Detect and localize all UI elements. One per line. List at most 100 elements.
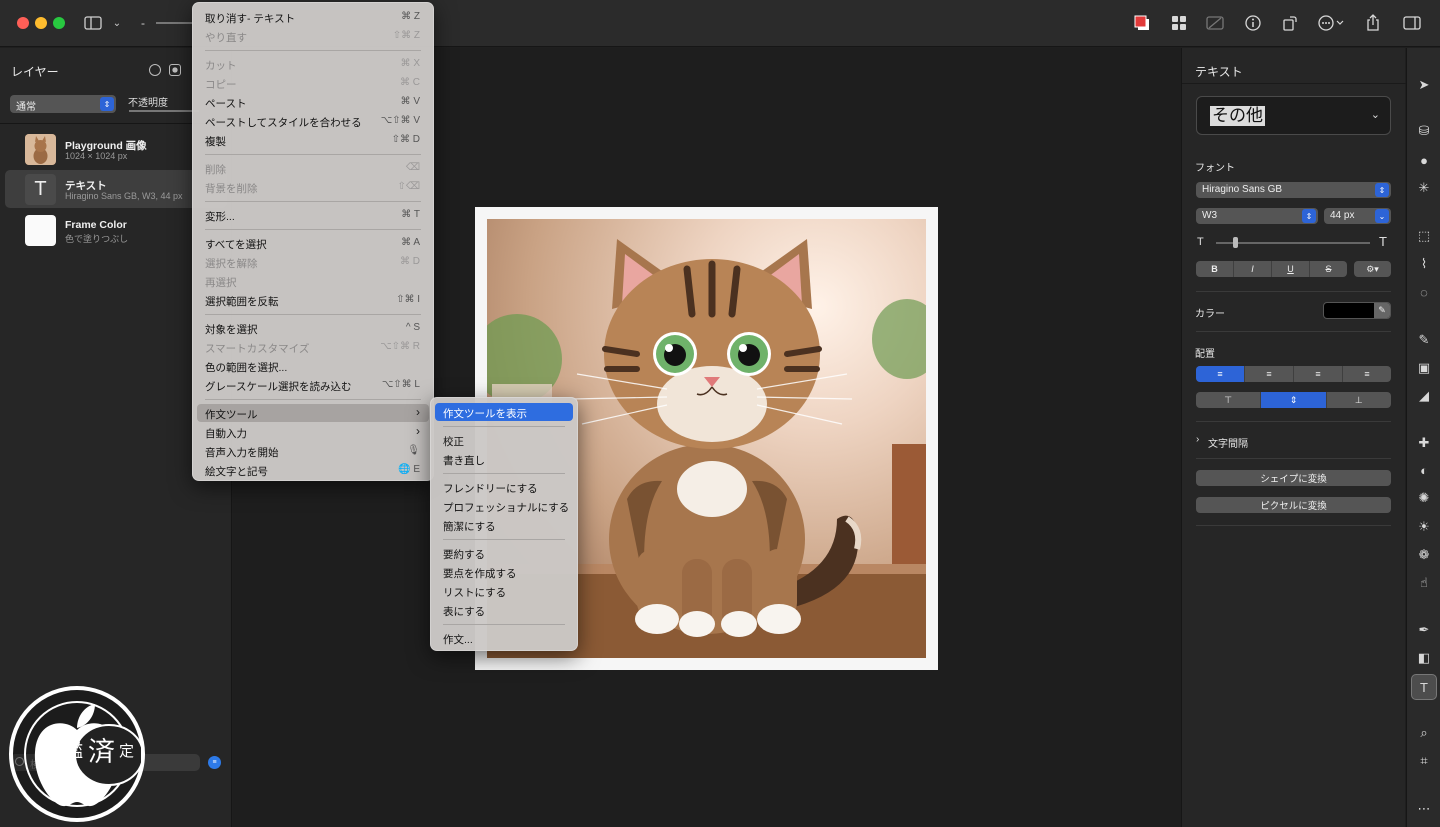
align-bottom-icon[interactable]: ⊥ bbox=[1327, 392, 1391, 408]
crop-tool-icon[interactable]: ⌗ bbox=[1415, 752, 1433, 770]
menu-item-copy[interactable]: コピー ⌘ C bbox=[197, 74, 429, 92]
color-adjust-tool-icon[interactable]: ❁ bbox=[1415, 546, 1433, 564]
align-left-icon[interactable]: ≡ bbox=[1196, 366, 1245, 382]
chevron-updown-icon: ⇕ bbox=[1375, 183, 1389, 197]
clone-tool-icon[interactable]: ◐ bbox=[1415, 461, 1433, 479]
menu-item-emoji-symbols[interactable]: 絵文字と記号 🌐 E bbox=[197, 461, 429, 479]
menu-item-friendly[interactable]: フレンドリーにする bbox=[435, 478, 573, 496]
menu-item-duplicate[interactable]: 複製 ⇧⌘ D bbox=[197, 131, 429, 149]
menu-item-delete[interactable]: 削除 ⌫ bbox=[197, 159, 429, 177]
align-top-icon[interactable]: ⊤ bbox=[1196, 392, 1262, 408]
menu-item-cut[interactable]: カット ⌘ X bbox=[197, 55, 429, 73]
eyedropper-icon[interactable]: ✎ bbox=[1374, 303, 1390, 318]
menu-item-deselect[interactable]: 選択を解除 ⌘ D bbox=[197, 253, 429, 271]
menu-item-reselect[interactable]: 再選択 bbox=[197, 272, 429, 290]
gear-icon[interactable]: ⚙▾ bbox=[1354, 261, 1391, 277]
menu-item-undo[interactable]: 取り消す- テキスト ⌘ Z bbox=[197, 8, 429, 26]
opacity-slider[interactable] bbox=[129, 110, 199, 112]
bandage-tool-icon[interactable]: ✚ bbox=[1415, 434, 1433, 452]
size-slider-knob[interactable] bbox=[1233, 237, 1238, 248]
smudge-tool-icon[interactable]: ☝ bbox=[1415, 574, 1433, 592]
italic-button[interactable]: I bbox=[1234, 261, 1272, 277]
menu-item-summarize[interactable]: 要約する bbox=[435, 544, 573, 562]
menu-item-paste-match-style[interactable]: ペーストしてスタイルを合わせる ⌥⇧⌘ V bbox=[197, 112, 429, 130]
bold-button[interactable]: B bbox=[1196, 261, 1234, 277]
zoom-tool-icon[interactable]: ⌕ bbox=[1415, 724, 1433, 742]
menu-item-select-all[interactable]: すべてを選択 ⌘ A bbox=[197, 234, 429, 252]
menu-item-writing-tools[interactable]: 作文ツール › bbox=[197, 404, 429, 422]
color-swatch-icon[interactable] bbox=[1131, 13, 1153, 33]
font-size-popup[interactable]: 44 px ⌄ bbox=[1324, 208, 1391, 224]
marquee-tool-icon[interactable]: ⬚ bbox=[1415, 227, 1433, 245]
more-tools-icon[interactable]: ⋯ bbox=[1415, 800, 1433, 818]
menu-item-make-list[interactable]: リストにする bbox=[435, 582, 573, 600]
zoom-slider[interactable] bbox=[156, 22, 192, 24]
convert-to-shape-button[interactable]: シェイプに変換 bbox=[1196, 470, 1391, 486]
menu-item-start-dictation[interactable]: 音声入力を開始 🎙 bbox=[197, 442, 429, 460]
menu-item-compose[interactable]: 作文... bbox=[435, 629, 573, 647]
more-icon[interactable] bbox=[1316, 13, 1346, 33]
blend-mode-popup[interactable]: 通常 ⇕ bbox=[10, 95, 116, 113]
menu-item-invert-selection[interactable]: 選択範囲を反転 ⇧⌘ I bbox=[197, 291, 429, 309]
menu-item-make-table[interactable]: 表にする bbox=[435, 601, 573, 619]
menu-item-select-subject[interactable]: 対象を選択 ^ S bbox=[197, 319, 429, 337]
rotate-icon[interactable] bbox=[1279, 13, 1301, 33]
align-middle-icon[interactable]: ⇕ bbox=[1261, 392, 1327, 408]
menu-item-select-color-range[interactable]: 色の範囲を選択... bbox=[197, 357, 429, 375]
filter-icon[interactable]: ≡ bbox=[208, 756, 221, 769]
menu-item-show-writing-tools[interactable]: 作文ツールを表示 bbox=[435, 403, 573, 421]
font-weight-popup[interactable]: W3 ⇕ bbox=[1196, 208, 1318, 224]
sparkle-tool-icon[interactable]: ✳ bbox=[1415, 179, 1433, 197]
menu-item-proofread[interactable]: 校正 bbox=[435, 431, 573, 449]
text-style-value: その他 bbox=[1210, 106, 1265, 126]
layer-options-icon[interactable] bbox=[149, 64, 161, 76]
inspector-toggle-icon[interactable] bbox=[1401, 13, 1423, 33]
text-tool-icon[interactable]: T bbox=[1411, 674, 1437, 700]
align-justify-icon[interactable]: ≡ bbox=[1343, 366, 1391, 382]
blur-tool-icon[interactable]: ✺ bbox=[1415, 489, 1433, 507]
fill-tool-icon[interactable]: ▣ bbox=[1415, 359, 1433, 377]
arrow-tool-icon[interactable]: ➤ bbox=[1415, 76, 1433, 94]
close-window-button[interactable] bbox=[17, 17, 29, 29]
align-right-icon[interactable]: ≡ bbox=[1294, 366, 1343, 382]
underline-button[interactable]: U bbox=[1272, 261, 1310, 277]
image-adjust-icon[interactable] bbox=[1204, 13, 1226, 33]
text-style-popup[interactable]: その他 ⌄ bbox=[1196, 96, 1391, 135]
convert-to-pixels-button[interactable]: ピクセルに変換 bbox=[1196, 497, 1391, 513]
zoom-window-button[interactable] bbox=[53, 17, 65, 29]
disclosure-chevron-icon[interactable]: › bbox=[1196, 434, 1199, 445]
chevron-down-icon[interactable]: ⌄ bbox=[106, 13, 128, 33]
share-icon[interactable] bbox=[1362, 13, 1384, 33]
menu-item-professional[interactable]: プロフェッショナルにする bbox=[435, 497, 573, 515]
character-spacing-label[interactable]: 文字間隔 bbox=[1208, 435, 1248, 450]
zoom-minus-icon[interactable]: - bbox=[132, 13, 154, 33]
brush-tool-icon[interactable]: ✎ bbox=[1415, 331, 1433, 349]
eraser-tool-icon[interactable]: ◢ bbox=[1415, 387, 1433, 405]
sidebar-toggle-icon[interactable] bbox=[82, 13, 104, 33]
menu-item-redo[interactable]: やり直す ⇧⌘ Z bbox=[197, 27, 429, 45]
lasso-tool-icon[interactable]: ⌇ bbox=[1415, 255, 1433, 273]
info-icon[interactable] bbox=[1242, 13, 1264, 33]
shape-tool-icon[interactable]: ◧ bbox=[1415, 649, 1433, 667]
menu-item-smart-customize[interactable]: スマートカスタマイズ ⌥⇧⌘ R bbox=[197, 338, 429, 356]
menu-item-load-grayscale-selection[interactable]: グレースケール選択を読み込む ⌥⇧⌘ L bbox=[197, 376, 429, 394]
menu-item-remove-background[interactable]: 背景を削除 ⇧⌫ bbox=[197, 178, 429, 196]
minimize-window-button[interactable] bbox=[35, 17, 47, 29]
size-slider[interactable] bbox=[1216, 242, 1370, 244]
paint-tool-icon[interactable]: ⛁ bbox=[1415, 122, 1433, 140]
menu-item-paste[interactable]: ペースト ⌘ V bbox=[197, 93, 429, 111]
grid-icon[interactable] bbox=[1168, 13, 1190, 33]
color-tool-icon[interactable]: ● bbox=[1415, 151, 1433, 169]
quick-select-tool-icon[interactable]: ◌ bbox=[1415, 283, 1433, 301]
mask-icon[interactable] bbox=[169, 64, 181, 76]
menu-item-concise[interactable]: 簡潔にする bbox=[435, 516, 573, 534]
menu-item-transform[interactable]: 変形... ⌘ T bbox=[197, 206, 429, 224]
strikethrough-button[interactable]: S bbox=[1310, 261, 1347, 277]
menu-item-key-points[interactable]: 要点を作成する bbox=[435, 563, 573, 581]
menu-item-rewrite[interactable]: 書き直し bbox=[435, 450, 573, 468]
sun-tool-icon[interactable]: ☀ bbox=[1415, 518, 1433, 536]
align-center-icon[interactable]: ≡ bbox=[1245, 366, 1294, 382]
menu-item-autofill[interactable]: 自動入力 › bbox=[197, 423, 429, 441]
font-family-popup[interactable]: Hiragino Sans GB ⇕ bbox=[1196, 182, 1391, 198]
pen-tool-icon[interactable]: ✒ bbox=[1415, 621, 1433, 639]
